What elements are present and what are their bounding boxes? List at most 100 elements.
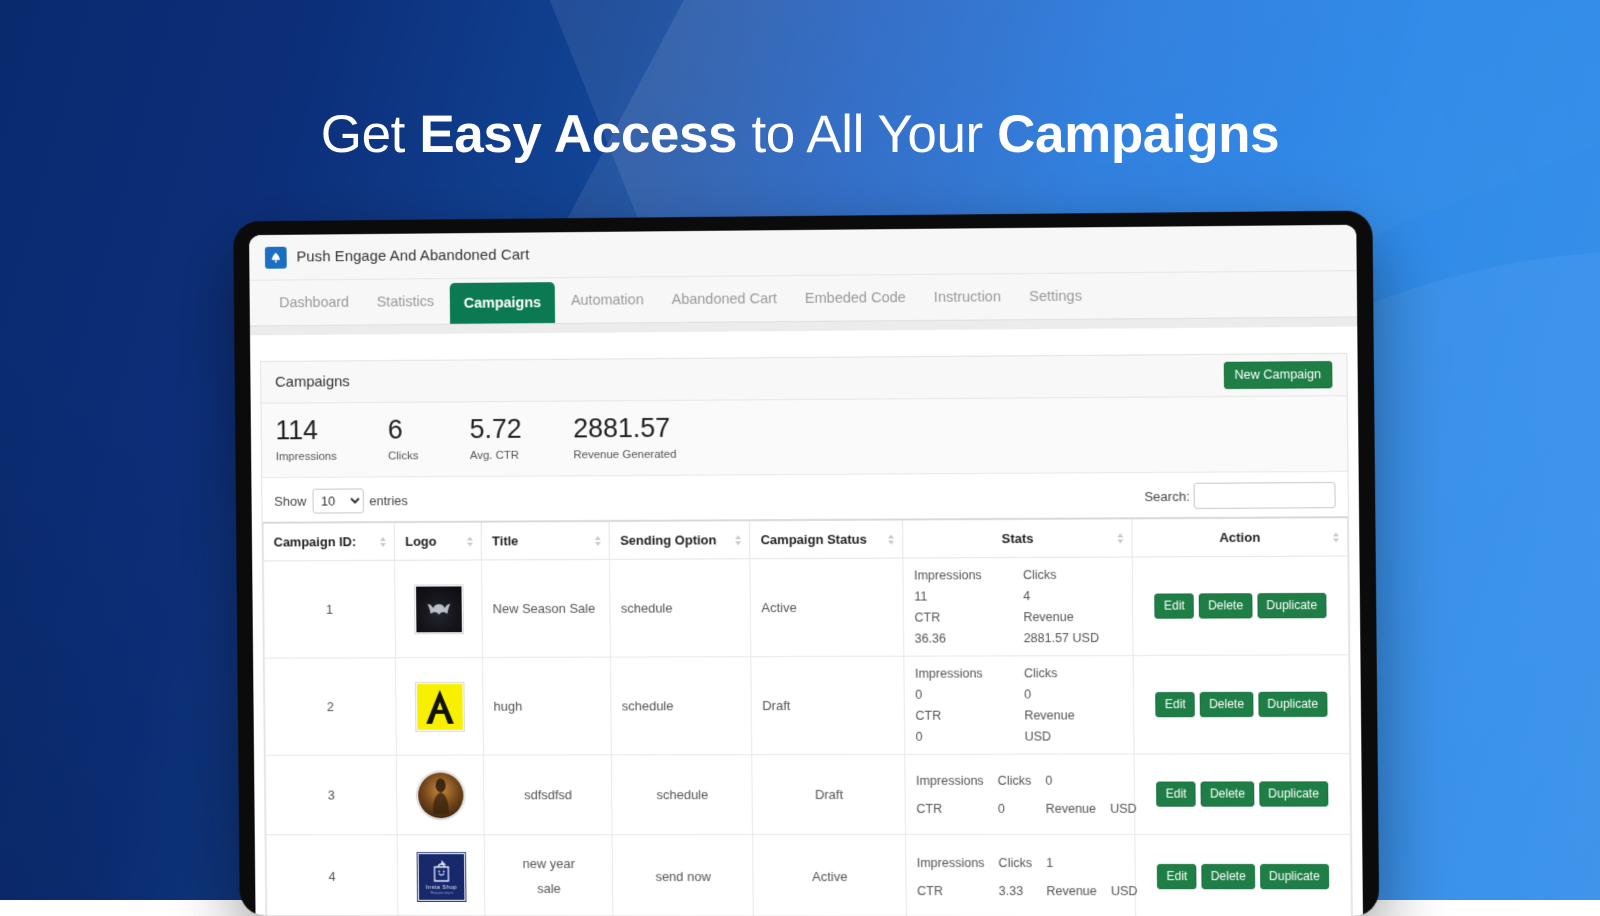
cell-title: hugh (483, 657, 612, 755)
cell-logo (397, 755, 485, 835)
stat-value-revenue: USD (1110, 801, 1137, 815)
column-header-campaign-status[interactable]: Campaign Status (750, 520, 903, 559)
yellow-triangle-logo-thumbnail (415, 681, 465, 731)
search-input[interactable] (1194, 482, 1336, 509)
stat-value-revenue: USD (1111, 884, 1138, 898)
cell-stats: Impressions Clicks 11 4 CTR Revenue 36.3… (903, 557, 1133, 656)
sort-icon[interactable] (736, 535, 742, 545)
tab-settings[interactable]: Settings (1015, 273, 1096, 319)
kpi-clicks: 6 Clicks (388, 414, 470, 462)
insta-shop-logo-thumbnail: Insta Shop Shop your way in (416, 852, 466, 902)
stat-value-ctr: 0 (998, 801, 1032, 815)
column-label: Campaign Status (761, 532, 867, 548)
tab-embeded-code[interactable]: Embeded Code (791, 275, 920, 321)
tab-instruction[interactable]: Instruction (920, 274, 1016, 320)
cell-action: Edit Delete Duplicate (1134, 754, 1350, 835)
cell-campaign-status: Active (750, 558, 904, 657)
sort-icon[interactable] (595, 536, 601, 546)
cell-campaign-status: Draft (751, 656, 905, 754)
delete-button[interactable]: Delete (1201, 781, 1255, 806)
edit-button[interactable]: Edit (1157, 864, 1196, 889)
sort-icon[interactable] (1118, 533, 1124, 543)
stat-label-clicks: Clicks (1024, 666, 1123, 680)
portrait-circle-logo-thumbnail (416, 770, 466, 820)
table-row[interactable]: 4 (266, 834, 1351, 916)
cell-logo (395, 560, 483, 658)
tab-dashboard[interactable]: Dashboard (265, 280, 363, 325)
column-header-title[interactable]: Title (481, 521, 609, 560)
stat-label-ctr: CTR (916, 801, 984, 815)
duplicate-button[interactable]: Duplicate (1257, 593, 1326, 619)
table-row[interactable]: 1 New Season Sale schedule (263, 556, 1348, 658)
tab-statistics[interactable]: Statistics (363, 279, 448, 324)
column-header-campaign-id[interactable]: Campaign ID: (263, 522, 395, 561)
tab-campaigns[interactable]: Campaigns (450, 282, 556, 324)
stat-value-revenue: 2881.57 USD (1023, 631, 1122, 645)
kpi-avg-ctr-value: 5.72 (469, 414, 521, 445)
delete-button[interactable]: Delete (1199, 593, 1253, 619)
new-campaign-button[interactable]: New Campaign (1223, 361, 1332, 390)
headline-part-1: Get (321, 105, 420, 164)
edit-button[interactable]: Edit (1155, 593, 1194, 618)
column-label: Action (1219, 530, 1260, 545)
page-headline: Get Easy Access to All Your Campaigns (0, 104, 1600, 166)
headline-part-2: to All Your (737, 105, 997, 164)
tablet-device-frame: Push Engage And Abandoned Cart Dashboard… (233, 210, 1379, 916)
column-label: Campaign ID: (274, 534, 357, 549)
stat-value-revenue: USD (1024, 729, 1123, 743)
search-label: Search: (1144, 488, 1189, 503)
column-header-action[interactable]: Action (1132, 517, 1348, 557)
stat-label-ctr: CTR (917, 884, 985, 898)
cell-title: new year sale (484, 835, 613, 916)
stat-label-impressions: Impressions (914, 568, 1013, 582)
logo-brand-subtext: Shop your way in (430, 891, 453, 895)
tab-automation[interactable]: Automation (557, 277, 658, 323)
sort-icon[interactable] (889, 534, 895, 544)
sort-icon[interactable] (1333, 532, 1339, 542)
duplicate-button[interactable]: Duplicate (1259, 781, 1328, 806)
edit-button[interactable]: Edit (1156, 781, 1195, 806)
stat-label-ctr: CTR (915, 709, 1014, 723)
cell-sending-option: send now (613, 835, 754, 916)
stat-label-revenue: Revenue (1046, 801, 1097, 815)
table-row[interactable]: 2 hugh (264, 655, 1349, 756)
stat-value-clicks: 0 (1024, 687, 1123, 701)
stat-label-revenue: Revenue (1024, 708, 1123, 722)
kpi-avg-ctr-label: Avg. CTR (470, 450, 522, 462)
panel-header: Campaigns New Campaign (261, 354, 1347, 404)
stat-value-clicks: 1 (1046, 856, 1097, 870)
kpi-revenue: 2881.57 Revenue Generated (573, 412, 728, 461)
kpi-clicks-label: Clicks (388, 450, 418, 462)
campaigns-table: Campaign ID: Logo Title Sending Opt (263, 516, 1352, 916)
batman-logo-thumbnail (414, 584, 464, 634)
stat-value-ctr: 3.33 (999, 884, 1033, 898)
kpi-impressions-value: 114 (275, 415, 336, 446)
stat-label-clicks: Clicks (998, 773, 1032, 787)
cell-action: Edit Delete Duplicate (1133, 655, 1349, 754)
duplicate-button[interactable]: Duplicate (1258, 692, 1327, 718)
app-title: Push Engage And Abandoned Cart (296, 246, 529, 265)
stat-label-revenue: Revenue (1023, 610, 1122, 624)
cell-campaign-status: Draft (752, 754, 906, 834)
page-size-select[interactable]: 10 25 50 100 (312, 488, 363, 513)
column-label: Title (492, 533, 518, 548)
table-body: 1 New Season Sale schedule (263, 556, 1351, 916)
duplicate-button[interactable]: Duplicate (1260, 864, 1329, 889)
cell-sending-option: schedule (610, 559, 751, 657)
stat-label-impressions: Impressions (917, 856, 985, 870)
cell-title: New Season Sale (482, 559, 611, 657)
sort-icon[interactable] (467, 536, 473, 546)
column-header-sending-option[interactable]: Sending Option (610, 520, 751, 559)
column-header-stats[interactable]: Stats (903, 518, 1133, 558)
edit-button[interactable]: Edit (1156, 692, 1195, 717)
sort-icon[interactable] (380, 537, 386, 547)
cell-stats: Impressions Clicks 0 CTR 0 Revenue USD (905, 754, 1135, 835)
delete-button[interactable]: Delete (1201, 864, 1255, 889)
kpi-avg-ctr: 5.72 Avg. CTR (469, 414, 573, 463)
cell-sending-option: schedule (612, 755, 753, 835)
column-header-logo[interactable]: Logo (395, 522, 482, 561)
cell-stats: Impressions Clicks 1 CTR 3.33 Revenue US… (906, 834, 1136, 916)
delete-button[interactable]: Delete (1200, 692, 1254, 717)
tab-abandoned-cart[interactable]: Abandoned Cart (657, 276, 791, 322)
table-row[interactable]: 3 sdfsdfsd (265, 754, 1350, 835)
